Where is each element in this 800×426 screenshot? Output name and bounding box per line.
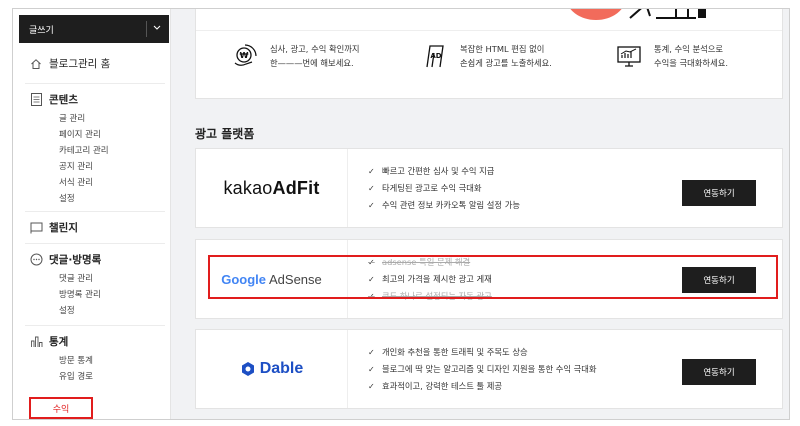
illustration-icon [629,9,706,19]
check-icon: ✓ [368,167,375,176]
ad-board-icon: AD [422,43,448,69]
document-icon [29,93,43,107]
dable-connect-button[interactable]: 연동하기 [682,359,756,385]
annotation-highlight-box [208,255,778,299]
app-window: 글쓰기 블로그관리 홈 콘텐츠 글 관리 페이지 관리 카테고리 관리 공지 관… [12,8,790,420]
feature-review-line2: 한———번에 해보세요. [270,58,354,68]
flag-icon [29,221,43,235]
dable-feature-2: 블로그에 딱 맞는 알고리즘 및 디자인 지원을 통한 수익 극대화 [382,364,597,374]
check-icon: ✓ [368,201,375,210]
check-icon: ✓ [368,348,375,357]
list-item: ✓ 타게팅된 광고로 수익 극대화 [368,180,520,197]
sidebar-section-content: 콘텐츠 글 관리 페이지 관리 카테고리 관리 공지 관리 서식 관리 설정 [25,83,165,207]
kakao-adfit-features: ✓ 빠르고 간편한 심사 및 수익 지급 ✓ 타게팅된 광고로 수익 극대화 ✓ 수익… [368,163,520,214]
sidebar-section-comments: 댓글·방명록 댓글 관리 방명록 관리 설정 [25,243,165,319]
list-item: ✓ 개인화 추천을 통한 트래픽 및 주목도 상승 [368,344,597,361]
write-button-divider [146,21,147,37]
dable-feature-1: 개인화 추천을 통한 트래픽 및 주목도 상승 [382,347,528,357]
feature-item-review: ₩ 심사, 광고, 수익 확인까지 한———번에 해보세요. [232,42,360,70]
sidebar-item-challenge[interactable]: 챌린지 [29,220,165,235]
sidebar-item-page-manage[interactable]: 페이지 관리 [59,127,165,143]
bar-chart-icon [29,335,43,349]
feature-card-divider [196,30,782,31]
sidebar-item-post-manage[interactable]: 글 관리 [59,111,165,127]
kakao-adfit-logo: kakaoAdFit [196,149,348,227]
sidebar-item-guestbook-manage[interactable]: 방명록 관리 [59,287,165,303]
won-coin-icon: ₩ [232,43,258,69]
kakao-adfit-connect-button[interactable]: 연동하기 [682,180,756,206]
home-icon [29,57,43,71]
feature-html-line2: 손쉽게 광고를 노출하세요. [460,58,552,68]
list-item: ✓ 블로그에 딱 맞는 알고리즘 및 디자인 지원을 통한 수익 극대화 [368,361,597,378]
list-item: ✓ 효과적이고, 강력한 테스트 툴 제공 [368,378,597,395]
kakao-feature-1: 빠르고 간편한 심사 및 수익 지급 [382,166,495,176]
sidebar-section-comments-title: 댓글·방명록 [49,254,102,266]
feature-html-line1: 복잡한 HTML 편집 없이 [460,44,545,54]
sidebar-item-template-manage[interactable]: 서식 관리 [59,175,165,191]
feature-stats-line1: 통계, 수익 분석으로 [654,44,723,54]
svg-text:AD: AD [430,52,441,60]
chevron-down-icon[interactable] [152,22,162,32]
kakao-feature-2: 타게팅된 광고로 수익 극대화 [382,183,482,193]
sidebar-item-comment-manage[interactable]: 댓글 관리 [59,271,165,287]
list-item: ✓ 빠르고 간편한 심사 및 수익 지급 [368,163,520,180]
adfit-logo-text: AdFit [272,177,320,198]
sidebar-item-home[interactable]: 블로그관리 홈 [29,56,110,71]
sidebar-item-category-manage[interactable]: 카테고리 관리 [59,143,165,159]
dable-feature-3: 효과적이고, 강력한 테스트 툴 제공 [382,381,503,391]
dable-logo-text: Dable [259,360,304,377]
list-item: ✓ 수익 관련 정보 카카오톡 알림 설정 가능 [368,197,520,214]
dable-hexagon-icon [241,362,254,376]
sidebar-item-referrer[interactable]: 유입 경로 [59,369,165,385]
platform-card-kakao-adfit: kakaoAdFit ✓ 빠르고 간편한 심사 및 수익 지급 ✓ 타게팅된 광고로… [195,148,783,228]
feature-card: ₩ 심사, 광고, 수익 확인까지 한———번에 해보세요. AD 복잡한 HT… [195,9,783,99]
feature-review-line1: 심사, 광고, 수익 확인까지 [270,44,360,54]
sidebar-section-challenge: 챌린지 [25,211,165,235]
feature-stats-line2: 수익을 극대화하세요. [654,58,728,68]
sidebar-section-stats-title: 통계 [49,336,69,348]
kakao-feature-3: 수익 관련 정보 카카오톡 알림 설정 가능 [382,200,520,210]
dable-features: ✓ 개인화 추천을 통한 트래픽 및 주목도 상승 ✓ 블로그에 딱 맞는 알고리즘… [368,344,597,395]
sidebar-item-comments[interactable]: 댓글·방명록 [29,252,165,267]
sidebar-item-notice-manage[interactable]: 공지 관리 [59,159,165,175]
check-icon: ✓ [368,365,375,374]
feature-item-stats: 통계, 수익 분석으로 수익을 극대화하세요. [616,42,728,70]
sidebar-section-challenge-title: 챌린지 [49,222,78,234]
feature-item-html: AD 복잡한 HTML 편집 없이 손쉽게 광고를 노출하세요. [422,42,552,70]
sidebar-item-visit-stats[interactable]: 방문 통계 [59,353,165,369]
svg-text:₩: ₩ [240,51,249,60]
sidebar-item-home-label: 블로그관리 홈 [49,58,111,70]
sidebar-item-content-settings[interactable]: 설정 [59,191,165,207]
write-button[interactable]: 글쓰기 [19,15,169,43]
check-icon: ✓ [368,184,375,193]
decorative-circle [566,9,626,20]
sidebar-section-stats: 통계 방문 통계 유입 경로 [25,325,165,385]
dable-logo: Dable [196,330,348,408]
main-content: ₩ 심사, 광고, 수익 확인까지 한———번에 해보세요. AD 복잡한 HT… [171,9,789,419]
sidebar-item-content[interactable]: 콘텐츠 [29,92,165,107]
sidebar-section-content-title: 콘텐츠 [49,94,78,106]
sidebar-item-comments-settings[interactable]: 설정 [59,303,165,319]
speech-bubble-icon [29,253,43,267]
platform-card-dable: Dable ✓ 개인화 추천을 통한 트래픽 및 주목도 상승 ✓ 블로그에 딱 맞… [195,329,783,409]
section-title-ad-platform: 광고 플랫폼 [195,127,255,141]
sidebar: 글쓰기 블로그관리 홈 콘텐츠 글 관리 페이지 관리 카테고리 관리 공지 관… [13,9,171,419]
check-icon: ✓ [368,382,375,391]
chart-monitor-icon [616,43,642,69]
sidebar-item-stats[interactable]: 통계 [29,334,165,349]
write-button-label: 글쓰기 [29,25,54,36]
kakao-logo-text: kakao [223,177,273,198]
sidebar-item-revenue[interactable]: 수익 [29,397,93,419]
